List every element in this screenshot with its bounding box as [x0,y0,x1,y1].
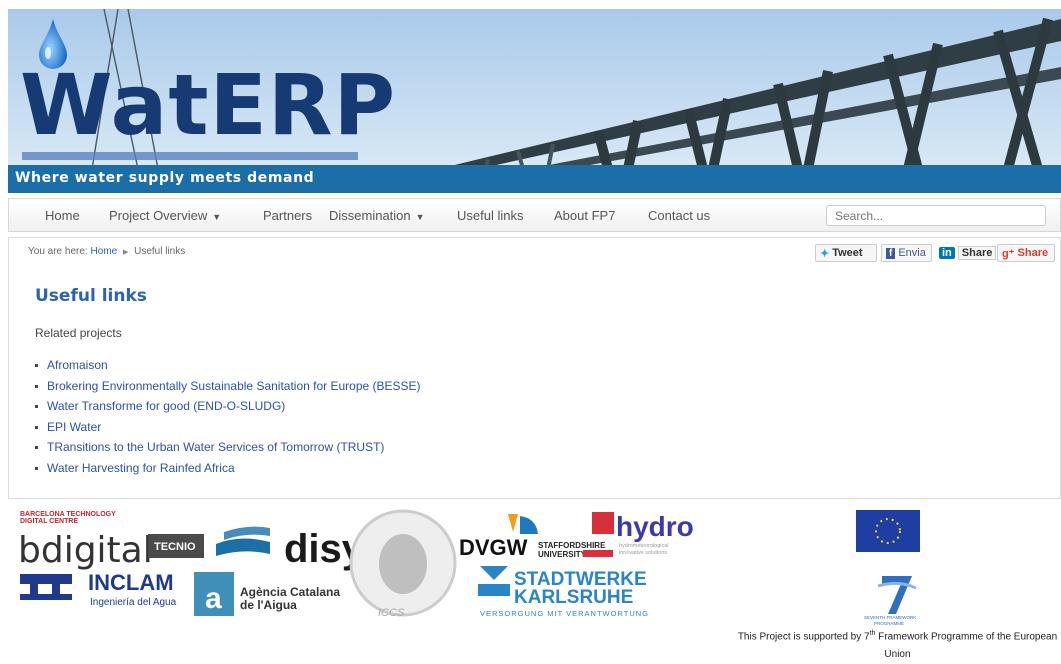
bullet-icon [35,446,38,450]
content-panel: You are here: Home ▶ Useful links ✦ Twee… [8,237,1061,499]
aca-logo[interactable]: a Agència Catalana de l'Aigua [194,572,340,616]
svg-text:TECNIO: TECNIO [154,541,196,553]
bdigital-caption: BARCELONA TECHNOLOGY DIGITAL CENTRE [20,511,118,525]
svg-text:hydro: hydro [616,511,694,542]
svg-text:KARLSRUHE: KARLSRUHE [514,587,633,608]
svg-text:SEVENTH FRAMEWORK: SEVENTH FRAMEWORK [864,615,916,620]
list-item: EPI Water [35,420,421,441]
caret-down-icon: ▼ [212,212,222,222]
related-links-list: Afromaison Brokering Environmentally Sus… [35,358,421,482]
tweet-button[interactable]: ✦ Tweet [815,244,877,262]
page-title: Useful links [35,286,147,306]
link-trust[interactable]: TRansitions to the Urban Water Services … [47,440,384,454]
list-item: Brokering Environmentally Sustainable Sa… [35,379,421,400]
svg-text:hydrometeorological: hydrometeorological [619,543,669,549]
iccs-logo[interactable]: ICCS [349,509,457,619]
main-nav: Home Project Overview ▼ Partners Dissemin… [8,198,1061,232]
nav-item-about-fp7[interactable]: About FP7 [554,208,615,223]
dvgw-logo[interactable]: DVGW [459,514,538,560]
breadcrumb-separator-icon: ▶ [122,249,129,256]
svg-text:ICCS: ICCS [378,607,405,619]
list-item: Water Harvesting for Rainfed Africa [35,461,421,482]
logo-underline [22,152,358,160]
list-item: TRansitions to the Urban Water Services … [35,440,421,461]
link-besse[interactable]: Brokering Environmentally Sustainable Sa… [47,379,421,393]
bdigital-logo[interactable]: BARCELONA TECHNOLOGY DIGITAL CENTRE bdig… [18,511,153,571]
staffordshire-logo[interactable]: STAFFORDSHIRE UNIVERSITY [538,512,614,559]
link-water-harvesting[interactable]: Water Harvesting for Rainfed Africa [47,461,235,475]
svg-text:Ingeniería del Agua: Ingeniería del Agua [90,597,177,608]
svg-text:Agència Catalana: Agència Catalana [240,585,340,599]
linkedin-share-button[interactable]: in Share [935,244,997,262]
logo[interactable]: WatERP [20,63,396,147]
link-afromaison[interactable]: Afromaison [47,358,108,372]
tecnio-logo[interactable]: TECNIO [148,534,204,558]
partner-wave-icon [216,538,270,556]
svg-text:UNIVERSITY: UNIVERSITY [538,550,587,559]
breadcrumb-prefix: You are here: [28,246,88,257]
stadtwerke-logo[interactable]: STADTWERKE KARLSRUHE VERSORGUNG MIT VERA… [478,566,649,618]
footer-partners: BARCELONA TECHNOLOGY DIGITAL CENTRE bdig… [8,506,1061,660]
list-item: Afromaison [35,358,421,379]
list-item: Water Transforme for good (END-O-SLUDG) [35,399,421,420]
bullet-icon [35,384,38,388]
breadcrumb-current: Useful links [134,246,186,257]
svg-text:VERSORGUNG MIT VERANTWORTUNG: VERSORGUNG MIT VERANTWORTUNG [480,609,649,618]
linkedin-icon: in [939,247,955,259]
nav-item-home[interactable]: Home [45,208,80,223]
tagline-bar: Where water supply meets demand [8,165,1061,193]
facebook-icon: f [886,247,896,259]
bullet-icon [35,405,38,409]
svg-text:a: a [205,582,222,615]
related-projects-heading: Related projects [35,326,122,340]
breadcrumb: You are here: Home ▶ Useful links [28,246,185,257]
bullet-icon [35,466,38,470]
search-input[interactable] [826,205,1046,226]
gplus-share-button[interactable]: g⁺ Share [997,244,1055,262]
svg-text:de l'Aigua: de l'Aigua [240,598,297,612]
facebook-envia-button[interactable]: f Envia [881,244,932,262]
nav-item-dissemination[interactable]: Dissemination ▼ [329,208,425,223]
nav-item-contact-us[interactable]: Contact us [648,208,710,223]
bullet-icon [35,364,38,367]
nav-item-partners[interactable]: Partners [263,208,312,223]
nav-item-project-overview[interactable]: Project Overview ▼ [109,208,221,223]
hydro-logo[interactable]: hydro hydrometeorological innovative sol… [616,511,694,556]
twitter-bird-icon: ✦ [820,247,830,260]
bullet-icon [35,425,38,429]
inclam-logo[interactable]: INCLAM Ingeniería del Agua [20,570,177,608]
bdigital-text: bdigital [18,530,153,571]
svg-text:innovative solutions: innovative solutions [619,550,667,556]
breadcrumb-home-link[interactable]: Home [90,246,117,257]
caret-down-icon: ▼ [415,212,425,222]
svg-text:DVGW: DVGW [459,535,528,560]
svg-text:STAFFORDSHIRE: STAFFORDSHIRE [538,541,606,550]
svg-text:INCLAM: INCLAM [88,570,174,595]
header-banner: WatERP Where water supply meets demand [8,9,1061,193]
google-plus-icon: g⁺ [1002,247,1015,260]
fp7-support-text: This Project is supported by 7th Framewo… [737,630,1058,661]
nav-item-useful-links[interactable]: Useful links [457,208,523,223]
link-epi-water[interactable]: EPI Water [47,420,101,434]
eu-flag-icon [856,510,920,552]
fp7-logo: SEVENTH FRAMEWORK PROGRAMME [864,576,917,626]
link-end-o-sludg[interactable]: Water Transforme for good (END-O-SLUDG) [47,399,285,413]
tagline: Where water supply meets demand [15,170,315,186]
